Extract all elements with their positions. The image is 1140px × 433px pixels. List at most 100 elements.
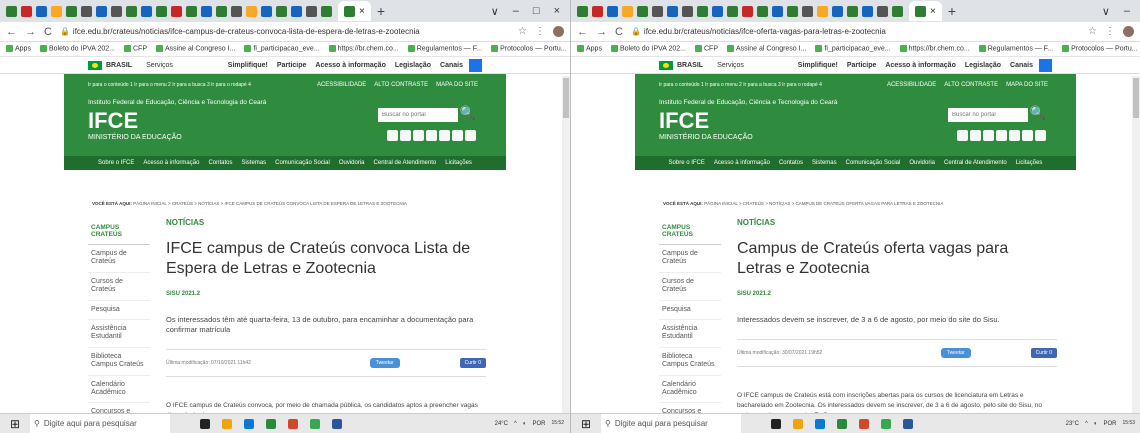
nav-item[interactable]: Central de Atendimento [374, 160, 437, 166]
nav-item[interactable]: Sistemas [812, 160, 837, 166]
tab-close-icon[interactable]: × [359, 6, 365, 17]
gov-link[interactable]: Participe [847, 62, 877, 69]
language-indicator[interactable]: POR [1103, 421, 1116, 427]
gov-link[interactable]: Legislação [965, 62, 1001, 69]
nav-item[interactable]: Comunicação Social [846, 160, 901, 166]
tab-favicon-icon[interactable] [697, 5, 708, 17]
skip-links[interactable]: Ir para o conteúdo 1 Ir para o menu 2 Ir… [88, 82, 251, 88]
bookmark-item[interactable]: Protocolos — Portu... [1062, 45, 1138, 53]
tab-favicon-icon[interactable] [276, 5, 287, 17]
search-input[interactable] [378, 108, 458, 122]
gov-link[interactable]: Acesso à informação [315, 62, 385, 69]
flickr-icon[interactable] [452, 130, 463, 141]
tray-chevron-icon[interactable]: ^ [514, 421, 517, 427]
tab-favicon-icon[interactable] [787, 5, 798, 17]
maximize-icon[interactable]: □ [533, 5, 540, 18]
site-logo[interactable]: IFCE [88, 108, 138, 134]
tab-favicon-icon[interactable] [622, 5, 633, 17]
instagram-icon[interactable] [426, 130, 437, 141]
nav-item[interactable]: Licitações [1016, 160, 1043, 166]
minimize-icon[interactable]: – [513, 5, 519, 18]
address-bar[interactable]: 🔒 ifce.edu.br/crateus/noticias/ifce-ofert… [631, 27, 1080, 36]
linkedin-icon[interactable] [465, 130, 476, 141]
tab-favicon-icon[interactable] [772, 5, 783, 17]
tab-favicon-icon[interactable] [261, 5, 272, 17]
gov-servicos-link[interactable]: Serviços [717, 62, 744, 69]
tab-search-icon[interactable]: ∨ [491, 5, 499, 18]
tab-favicon-icon[interactable] [592, 5, 603, 17]
gov-brasil-link[interactable]: BRASIL [677, 62, 703, 69]
scrollbar[interactable] [562, 76, 570, 413]
flickr-icon[interactable] [1022, 130, 1033, 141]
clock[interactable]: 15:53 [1122, 420, 1135, 427]
tab-favicon-icon[interactable] [832, 5, 843, 17]
gov-link[interactable]: Legislação [395, 62, 431, 69]
tab-favicon-icon[interactable] [36, 5, 47, 17]
tab-favicon-icon[interactable] [126, 5, 137, 17]
sidebar-item[interactable]: Cursos de Crateús [659, 273, 721, 301]
rss-icon[interactable] [957, 130, 968, 141]
tab-favicon-icon[interactable] [171, 5, 182, 17]
gov-link[interactable]: Simplifique! [228, 62, 268, 69]
scrollbar[interactable] [1132, 76, 1140, 413]
active-tab[interactable]: × [338, 1, 371, 21]
tab-favicon-icon[interactable] [847, 5, 858, 17]
nav-item[interactable]: Contatos [208, 160, 232, 166]
clock[interactable]: 15:52 [551, 420, 564, 427]
tray-chevron-icon[interactable]: ^ [1085, 421, 1088, 427]
active-tab[interactable]: × [909, 1, 942, 21]
tab-favicon-icon[interactable] [246, 5, 257, 17]
forward-icon[interactable]: → [596, 26, 607, 38]
reload-icon[interactable]: C [44, 26, 52, 38]
sidebar-item[interactable]: Campus de Crateús [659, 245, 721, 273]
excel-icon[interactable] [837, 418, 847, 429]
tab-favicon-icon[interactable] [51, 5, 62, 17]
twitter-icon[interactable] [413, 130, 424, 141]
accessibility-link[interactable]: ACESSIBILIDADE [317, 82, 366, 88]
instagram-icon[interactable] [996, 130, 1007, 141]
sidebar-item[interactable]: Assistência Estudantil [88, 320, 150, 348]
bookmark-item[interactable]: Regulamentos — F... [407, 45, 482, 53]
weather-temp[interactable]: 24°C [495, 421, 508, 427]
bookmark-item[interactable]: Boleto do IPVA 202... [39, 45, 115, 53]
file-explorer-icon[interactable] [222, 418, 232, 429]
word-icon[interactable] [903, 418, 913, 429]
gov-link[interactable]: Acesso à informação [885, 62, 955, 69]
sidebar-item[interactable]: Cursos de Crateús [88, 273, 150, 301]
tab-close-icon[interactable]: × [930, 6, 936, 17]
nav-item[interactable]: Acesso à informação [714, 160, 770, 166]
rss-icon[interactable] [387, 130, 398, 141]
nav-item[interactable]: Licitações [445, 160, 472, 166]
tab-favicon-icon[interactable] [96, 5, 107, 17]
skip-links[interactable]: Ir para o conteúdo 1 Ir para o menu 2 Ir… [659, 82, 822, 88]
back-icon[interactable]: ← [6, 26, 17, 38]
tweet-button[interactable]: Tweetar [940, 348, 971, 359]
address-bar[interactable]: 🔒 ifce.edu.br/crateus/noticias/ifce-campu… [60, 27, 510, 36]
accessibility-link[interactable]: MAPA DO SITE [1006, 82, 1048, 88]
search-icon[interactable]: 🔍 [1030, 105, 1046, 121]
nav-item[interactable]: Sobre o IFCE [98, 160, 134, 166]
tab-favicon-icon[interactable] [742, 5, 753, 17]
tab-favicon-icon[interactable] [652, 5, 663, 17]
powerpoint-icon[interactable] [288, 418, 298, 429]
sidebar-item[interactable]: Assistência Estudantil [659, 320, 721, 348]
tab-favicon-icon[interactable] [186, 5, 197, 17]
gov-link[interactable]: Simplifique! [798, 62, 838, 69]
extensions-icon[interactable]: ⋮ [535, 26, 545, 37]
tab-favicon-icon[interactable] [21, 5, 32, 17]
bookmark-item[interactable]: https://br.chem.co... [328, 45, 399, 53]
chrome-icon[interactable] [881, 418, 891, 429]
forward-icon[interactable]: → [25, 26, 36, 38]
scrollbar-thumb[interactable] [563, 78, 569, 118]
tweet-button[interactable]: Tweetar [369, 358, 400, 369]
tab-favicon-icon[interactable] [862, 5, 873, 17]
volume-icon[interactable]: ◐ [1094, 421, 1098, 427]
sidebar-item[interactable]: Calendário Acadêmico [659, 376, 721, 404]
accessibility-link[interactable]: ALTO CONTRASTE [374, 82, 428, 88]
youtube-icon[interactable] [400, 130, 411, 141]
cortana-icon[interactable] [771, 418, 781, 429]
word-icon[interactable] [332, 418, 342, 429]
twitter-icon[interactable] [983, 130, 994, 141]
sidebar-item[interactable]: Pesquisa [659, 301, 721, 320]
gov-link[interactable]: Canais [440, 62, 463, 69]
